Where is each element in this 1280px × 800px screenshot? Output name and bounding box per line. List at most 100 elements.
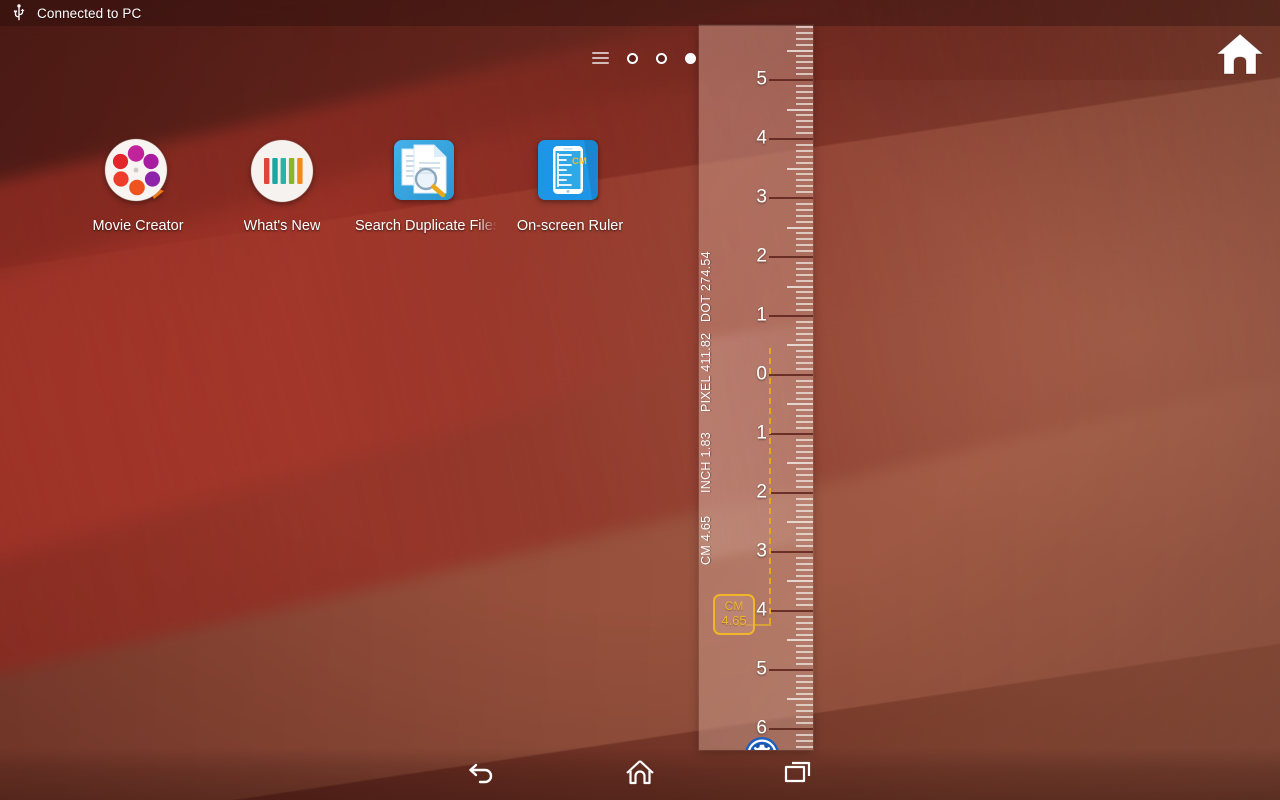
ruler-tick-mm [796,67,813,69]
app-on-screen-ruler[interactable]: CM On-screen Ruler [498,136,642,235]
ruler-tick-mm [796,598,813,600]
ruler-unit-label-inch: INCH 1.83 [699,431,713,493]
home-outline-icon [625,758,655,791]
ruler-tick-mm [796,238,813,240]
ruler-tick-mm [796,675,813,677]
ruler-tick-mm [796,386,813,388]
on-screen-ruler-panel[interactable]: DOT 274.54 PIXEL 411.82 INCH 1.83 CM 4.6… [699,25,813,750]
page-dot-2[interactable] [656,52,667,64]
ruler-tick-mm [796,203,813,205]
home-shortcut-badge[interactable] [1212,28,1268,84]
home-screen: Connected to PC Movie Creator What's New… [0,0,1280,800]
ruler-tick-mm [796,634,813,636]
ruler-tick-half [787,50,813,52]
ruler-tick-mm [796,156,813,158]
ruler-tick-mm [796,722,813,724]
ruler-tick-mm [796,445,813,447]
ruler-tick-mm [796,710,813,712]
ruler-tick-mm [796,32,813,34]
ruler-tick-cm [769,79,813,81]
app-search-duplicate-files[interactable]: Search Duplicate Files [354,136,498,235]
ruler-tick-mm [796,309,813,311]
ruler-tick-mm [796,350,813,352]
ruler-tick-half [787,286,813,288]
app-label: Search Duplicate Files [355,218,497,234]
back-button[interactable] [460,752,504,796]
ruler-number: 5 [756,68,767,90]
ruler-number: 2 [756,481,767,503]
ruler-tick-mm [796,144,813,146]
wallpaper-vignette [0,0,1280,800]
ruler-tick-cm [769,256,813,258]
navigation-bar [0,748,1280,800]
ruler-tick-mm [796,539,813,541]
measure-dashed-line [769,348,771,624]
ruler-tick-mm [796,468,813,470]
page-dot-1[interactable] [627,52,638,64]
ruler-tick-mm [796,415,813,417]
ruler-tick-mm [796,38,813,40]
recents-button[interactable] [776,752,820,796]
ruler-tick-mm [796,592,813,594]
ruler-tick-half [787,580,813,582]
ruler-tick-mm [796,191,813,193]
whats-new-icon [246,136,318,208]
ruler-tick-half [787,462,813,464]
ruler-tick-mm [796,545,813,547]
ruler-tick-mm [796,179,813,181]
ruler-tick-mm [796,563,813,565]
ruler-tick-mm [796,173,813,175]
ruler-tick-half [787,521,813,523]
ruler-tick-mm [796,504,813,506]
ruler-tick-mm [796,693,813,695]
ruler-tick-mm [796,569,813,571]
ruler-tick-mm [796,687,813,689]
ruler-tick-mm [796,73,813,75]
ruler-tick-mm [796,327,813,329]
home-button[interactable] [618,752,662,796]
usb-icon [10,4,28,22]
ruler-tick-mm [796,645,813,647]
ruler-tick-mm [796,398,813,400]
ruler-tick-mm [796,510,813,512]
ruler-number: 1 [756,422,767,444]
ruler-tick-mm [796,291,813,293]
ruler-tick-mm [796,209,813,211]
ruler-tick-mm [796,480,813,482]
ruler-tick-mm [796,362,813,364]
ruler-tick-cm [769,669,813,671]
app-label: Movie Creator [92,218,184,234]
status-bar: Connected to PC [0,0,1280,26]
ruler-tick-mm [796,498,813,500]
ruler-tick-cm [769,492,813,494]
measure-unit: CM [724,599,744,613]
ruler-tick-mm [796,421,813,423]
ruler-numbers: 5 4 3 2 1 0 1 2 3 4 5 6 [737,25,767,750]
measure-value-badge[interactable]: CM 4.65 [713,594,755,635]
hamburger-menu-icon[interactable] [592,52,609,64]
recent-apps-icon [783,759,813,790]
wallpaper [0,0,1280,800]
ruler-tick-half [787,639,813,641]
ruler-tick-mm [796,120,813,122]
ruler-tick-mm [796,44,813,46]
movie-creator-icon [102,136,174,208]
ruler-number: 1 [756,304,767,326]
ruler-tick-mm [796,575,813,577]
ruler-tick-mm [796,339,813,341]
ruler-tick-mm [796,26,813,28]
ruler-unit-label-pixel: PIXEL 411.82 [699,332,713,412]
ruler-tick-mm [796,616,813,618]
ruler-tick-cm [769,374,813,376]
ruler-tick-mm [796,103,813,105]
ruler-tick-half [787,403,813,405]
ruler-tick-mm [796,297,813,299]
app-whats-new[interactable]: What's New [210,136,354,235]
ruler-tick-mm [796,55,813,57]
app-label: What's New [243,218,321,234]
app-movie-creator[interactable]: Movie Creator [66,136,210,235]
page-dot-3-active[interactable] [685,52,696,64]
app-grid: Movie Creator What's New Search Duplicat… [66,136,642,235]
ruler-tick-mm [796,262,813,264]
ruler-number: 6 [756,717,767,739]
